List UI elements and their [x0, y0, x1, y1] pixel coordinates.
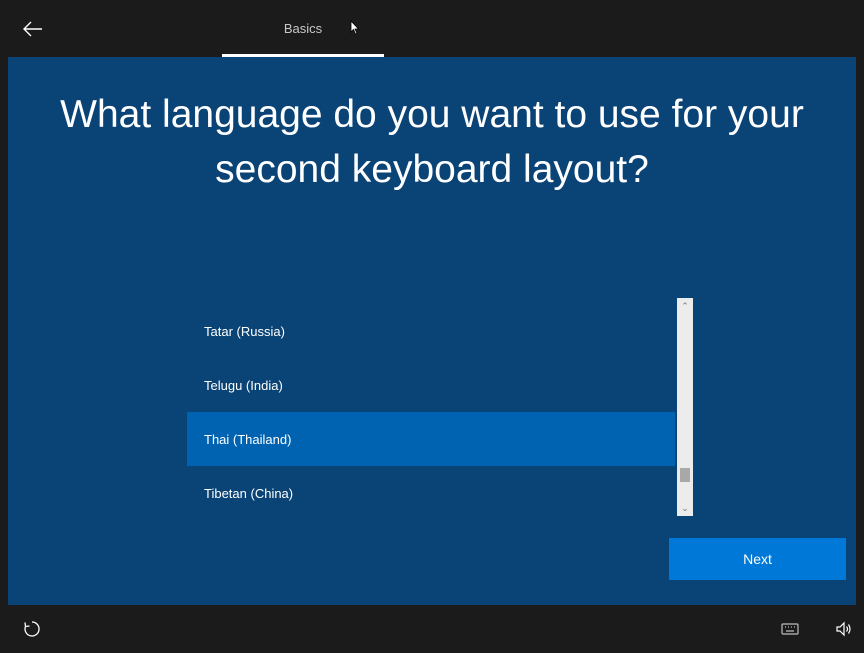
ease-of-access-icon[interactable]: [22, 619, 42, 639]
scroll-down-button[interactable]: ⌄: [677, 500, 693, 516]
bottom-bar: [0, 605, 864, 653]
list-item-label: Telugu (India): [204, 377, 283, 393]
arrow-left-icon: [23, 21, 42, 37]
keyboard-icon[interactable]: [781, 621, 799, 637]
main-panel: What language do you want to use for you…: [8, 57, 856, 605]
top-bar: Basics: [0, 0, 864, 57]
page-title: What language do you want to use for you…: [60, 93, 804, 191]
next-button[interactable]: Next: [669, 538, 846, 580]
volume-icon[interactable]: [835, 620, 853, 638]
chevron-up-icon: ⌃: [681, 300, 689, 311]
list-item-label: Tibetan (China): [204, 485, 294, 501]
language-list[interactable]: Tatar (Russia) Telugu (India) Thai (Thai…: [187, 304, 693, 517]
scroll-thumb[interactable]: [680, 468, 690, 482]
list-item-tibetan[interactable]: Tibetan (China): [187, 466, 675, 520]
list-item-label: Tatar (Russia): [204, 323, 285, 339]
list-item-telugu[interactable]: Telugu (India): [187, 358, 675, 412]
list-item-label: Thai (Thailand): [204, 431, 292, 447]
list-scrollbar[interactable]: ⌃ ⌄: [677, 298, 693, 516]
mouse-pointer-icon: [350, 20, 360, 35]
tab-basics-label: Basics: [283, 21, 323, 36]
scroll-up-button[interactable]: ⌃: [677, 298, 693, 314]
list-item-thai[interactable]: Thai (Thailand): [187, 412, 675, 466]
chevron-down-icon: ⌄: [681, 502, 689, 513]
list-item-tatar[interactable]: Tatar (Russia): [187, 304, 675, 358]
back-button[interactable]: [20, 16, 46, 42]
